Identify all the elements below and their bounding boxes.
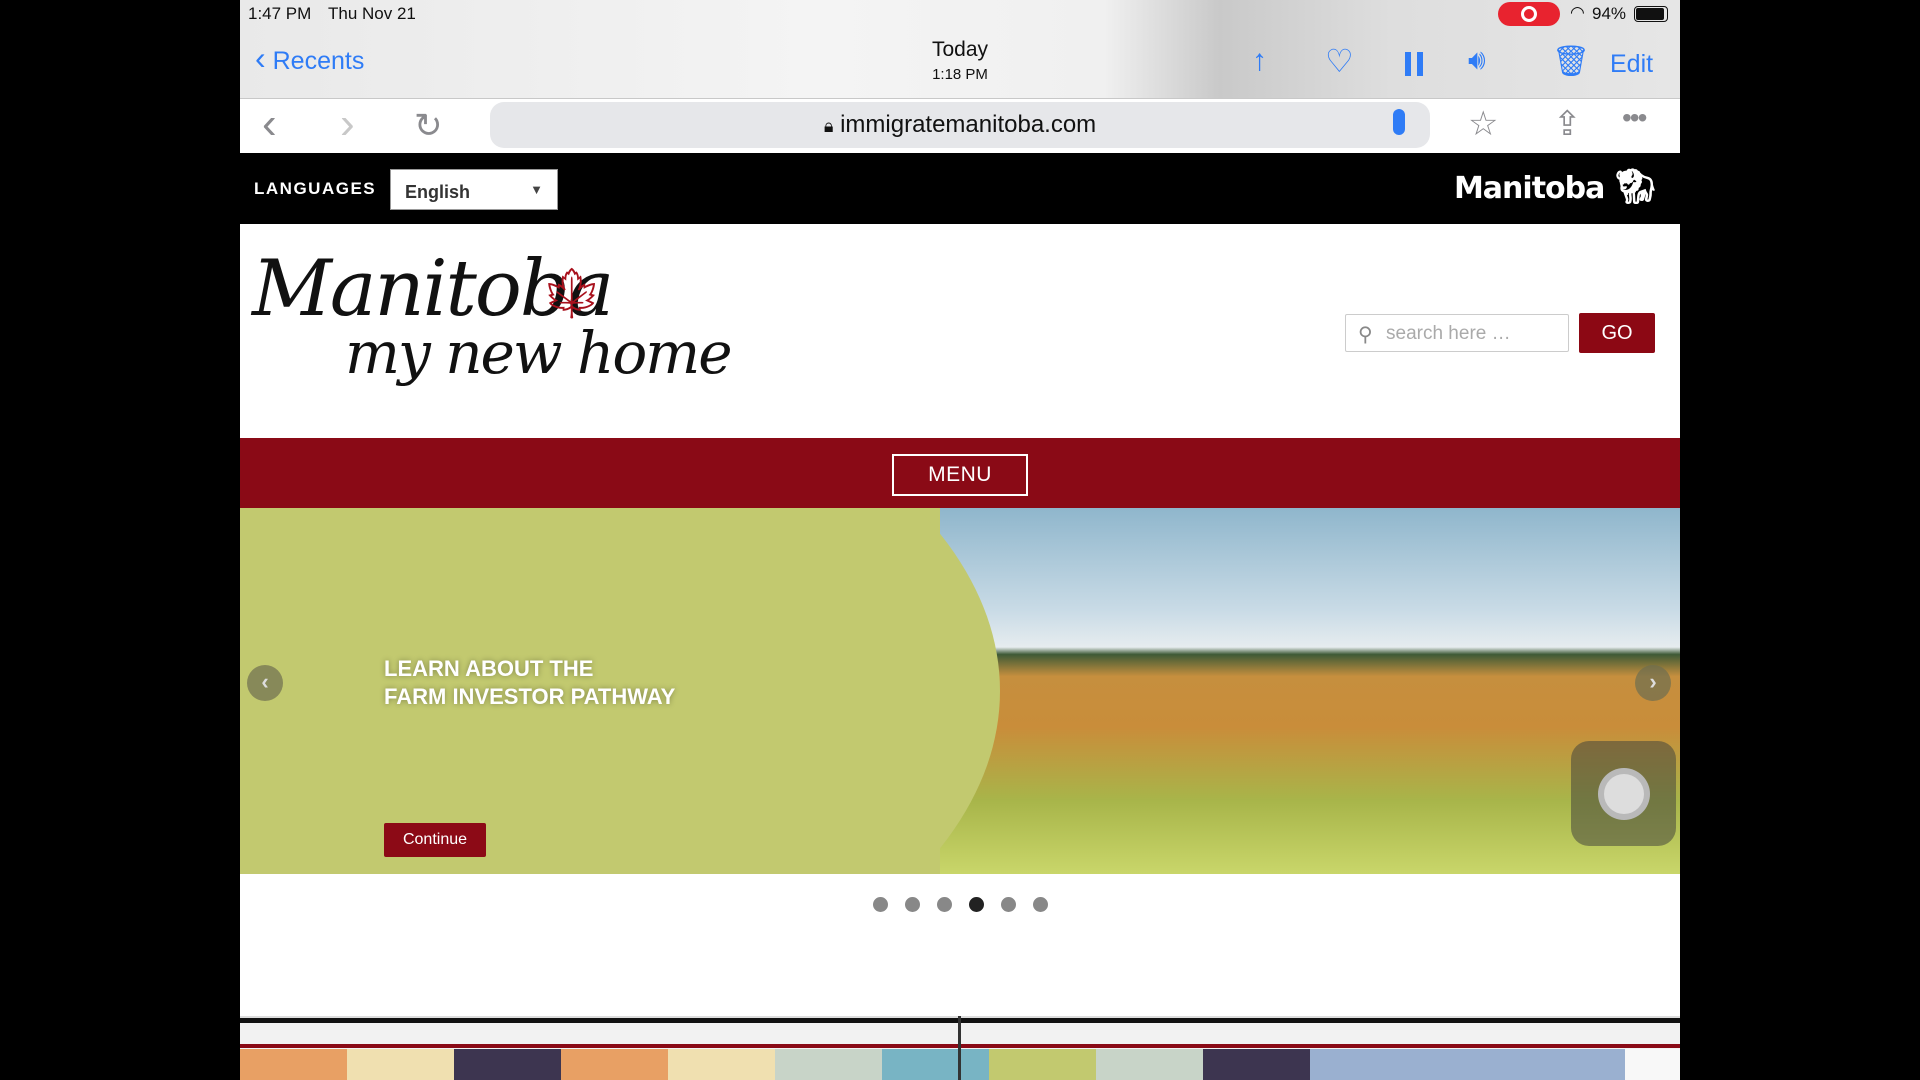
slider-dot[interactable] <box>1032 897 1048 912</box>
battery-percent: 94% <box>1592 4 1627 23</box>
trash-icon[interactable]: 🗑︎ <box>1552 44 1590 79</box>
battery-icon <box>1634 6 1668 22</box>
screen-recording-icon <box>1498 2 1560 26</box>
filmstrip-thumbnail[interactable] <box>561 1018 668 1080</box>
ipad-screen: 1:47 PM Thu Nov 21 ◠ 94% ‹ Recents Today… <box>240 0 1680 1080</box>
chevron-left-icon: ‹ <box>255 40 266 76</box>
url-text: immigratemanitoba.com <box>840 111 1097 138</box>
slider-dot[interactable] <box>904 897 920 912</box>
continue-button[interactable]: Continue <box>384 823 486 857</box>
slide-heading-line-2: FARM INVESTOR PATHWAY <box>384 684 676 709</box>
back-arrow-icon[interactable]: ‹ <box>262 102 277 146</box>
filmstrip-thumbnail[interactable] <box>1203 1018 1310 1080</box>
assistive-touch-icon <box>1598 768 1650 820</box>
filmstrip-thumbnail[interactable] <box>775 1018 882 1080</box>
reload-icon[interactable]: ↻ <box>414 109 443 143</box>
assistive-touch-button[interactable] <box>1571 741 1676 846</box>
bookmark-star-icon[interactable]: ☆ <box>1468 107 1498 141</box>
heart-icon[interactable]: ♡ <box>1325 42 1354 80</box>
site-top-bar: LANGUAGES English ▼ Manitoba 🦬︎ <box>240 153 1680 224</box>
filmstrip-thumbnail[interactable] <box>240 1018 347 1080</box>
slide-heading: LEARN ABOUT THE FARM INVESTOR PATHWAY <box>384 655 675 711</box>
maple-leaf-icon: 🍁︎ <box>540 265 604 321</box>
gov-logo-text: Manitoba <box>1453 171 1605 206</box>
slider-dot[interactable] <box>968 897 984 912</box>
volume-icon[interactable]: 🔊︎ <box>1468 44 1486 77</box>
more-icon[interactable]: ••• <box>1622 101 1647 135</box>
filmstrip-thumbnail[interactable] <box>989 1018 1096 1080</box>
microphone-icon[interactable] <box>1393 109 1405 135</box>
share-icon[interactable]: ↑ <box>1252 44 1267 78</box>
filmstrip-playhead[interactable] <box>958 1016 961 1080</box>
nav-subtitle: 1:18 PM <box>932 66 988 83</box>
top-chrome: 1:47 PM Thu Nov 21 ◠ 94% ‹ Recents Today… <box>240 0 1680 98</box>
go-button[interactable]: GO <box>1579 313 1655 353</box>
forward-arrow-icon[interactable]: › <box>340 102 355 146</box>
slider-pagination <box>240 897 1680 912</box>
filmstrip-thumbnail[interactable] <box>1310 1018 1415 1080</box>
filmstrip-thumbnail[interactable] <box>454 1018 561 1080</box>
search-placeholder: search here … <box>1386 323 1511 344</box>
slider-prev-button[interactable]: ‹ <box>247 665 283 701</box>
slider-dot[interactable] <box>1000 897 1016 912</box>
pause-icon[interactable] <box>1405 52 1423 76</box>
languages-label: LANGUAGES <box>254 179 377 198</box>
bison-icon: 🦬︎ <box>1613 167 1657 207</box>
filmstrip-thumbnail[interactable] <box>882 1018 989 1080</box>
filmstrip-thumbnail[interactable] <box>1415 1018 1520 1080</box>
search-input[interactable]: ⚲ search here … <box>1345 314 1569 352</box>
slider-next-button[interactable]: › <box>1635 665 1671 701</box>
chevron-left-icon: ‹ <box>261 669 269 694</box>
slider-dot[interactable] <box>872 897 888 912</box>
language-selected: English <box>405 182 471 202</box>
manitoba-government-logo[interactable]: Manitoba 🦬︎ <box>1453 167 1657 207</box>
lock-icon: 🔒︎ <box>823 116 834 136</box>
status-time: 1:47 PM <box>248 4 312 23</box>
status-date: Thu Nov 21 <box>328 4 416 23</box>
filmstrip-thumbnail[interactable] <box>1096 1018 1203 1080</box>
dropdown-arrow-icon: ▼ <box>530 182 543 197</box>
share-icon[interactable]: ⇪ <box>1553 107 1582 141</box>
logo-line-2: my new home <box>345 319 733 387</box>
language-select[interactable]: English ▼ <box>390 169 558 210</box>
back-label: Recents <box>272 47 365 75</box>
edit-button[interactable]: Edit <box>1610 50 1653 79</box>
slider-dot[interactable] <box>936 897 952 912</box>
hero-slider: LEARN ABOUT THE FARM INVESTOR PATHWAY Co… <box>240 508 1680 874</box>
browser-toolbar: ‹ › ↻ 🔒︎ immigratemanitoba.com ☆ ⇪ ••• <box>240 98 1680 153</box>
search-icon: ⚲ <box>1358 324 1373 346</box>
chevron-right-icon: › <box>1649 669 1657 694</box>
back-recents-button[interactable]: ‹ Recents <box>255 42 365 76</box>
wifi-icon: ◠ <box>1570 3 1585 22</box>
nav-title: Today <box>931 38 989 61</box>
filmstrip-thumbnail[interactable] <box>1625 1018 1680 1080</box>
menu-bar: MENU <box>240 438 1680 508</box>
menu-button[interactable]: MENU <box>892 454 1028 496</box>
site-header: Manitoba 🍁︎ my new home ⚲ search here … G… <box>240 224 1680 438</box>
url-bar[interactable]: 🔒︎ immigratemanitoba.com <box>490 102 1430 148</box>
slide-heading-line-1: LEARN ABOUT THE <box>384 656 594 681</box>
filmstrip-thumbnail[interactable] <box>347 1018 454 1080</box>
filmstrip-thumbnail[interactable] <box>668 1018 775 1080</box>
filmstrip-thumbnail[interactable] <box>1520 1018 1625 1080</box>
